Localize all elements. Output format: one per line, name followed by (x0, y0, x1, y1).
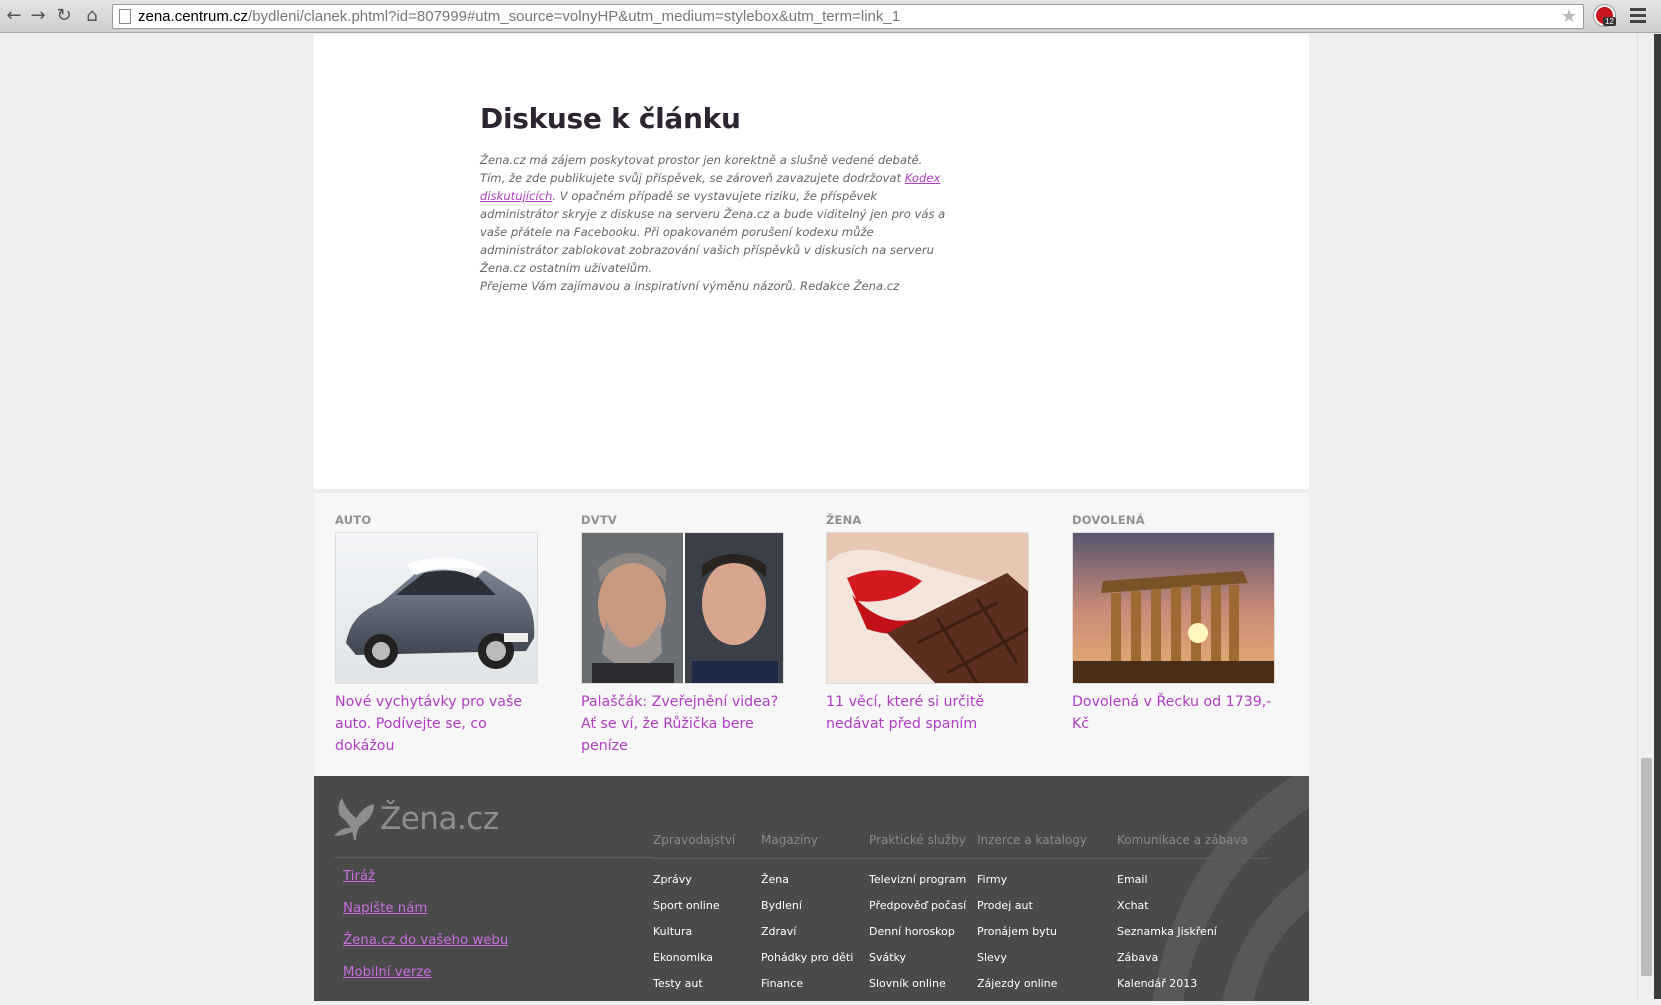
footer-column-heading: Magazíny (761, 833, 863, 859)
footer-column-link[interactable]: Denní horoskop (869, 919, 971, 945)
page-icon (119, 9, 131, 24)
stylebox-card-zena[interactable]: ŽENA 11 věcí, které si určitě nedávat př… (826, 513, 1029, 735)
reload-icon[interactable]: ↻ (52, 4, 76, 28)
footer-column-link[interactable]: Slovník online (869, 971, 971, 997)
logo-text: Žena.cz (380, 801, 499, 837)
footer-column-link[interactable]: Předpověď počasí (869, 893, 971, 919)
bookmark-star-icon[interactable]: ★ (1561, 6, 1577, 27)
footer-link-mobile[interactable]: Mobilní verze (343, 965, 508, 983)
forward-icon[interactable]: → (26, 4, 50, 28)
footer-column-link[interactable]: Zdraví (761, 919, 863, 945)
footer-column-link[interactable]: Email (1117, 867, 1251, 893)
home-icon[interactable]: ⌂ (80, 4, 104, 28)
stylebox-card-auto[interactable]: AUTO Nové vychytávky pro vaše auto. Podí… (335, 513, 538, 757)
browser-toolbar: ← → ↻ ⌂ zena.centrum.cz/bydleni/clanek.p… (0, 0, 1661, 33)
footer-link-tiraz[interactable]: Tiráž (343, 869, 508, 887)
footer-link-contact[interactable]: Napište nám (343, 901, 508, 919)
back-icon[interactable]: ← (2, 4, 26, 28)
footer-column-link[interactable]: Pronájem bytu (977, 919, 1111, 945)
footer-column-link[interactable]: Seznamka Jiskření (1117, 919, 1251, 945)
card-category[interactable]: DOVOLENÁ (1072, 513, 1275, 527)
article-area: Diskuse k článku Žena.cz má zájem poskyt… (314, 34, 1309, 489)
footer-column-link[interactable]: Firmy (977, 867, 1111, 893)
footer: Žena.cz Tiráž Napište nám Žena.cz do vaš… (314, 776, 1309, 1001)
scrollbar[interactable] (1637, 34, 1654, 999)
footer-column-link[interactable]: Bydlení (761, 893, 863, 919)
discussion-title: Diskuse k článku (480, 102, 741, 135)
leaf-logo-icon (334, 798, 374, 840)
card-category[interactable]: DVTV (581, 513, 784, 527)
footer-column-heading: Zpravodajství (653, 833, 755, 859)
footer-column-link[interactable]: Testy aut (653, 971, 755, 997)
footer-column-link[interactable]: Slevy (977, 945, 1111, 971)
footer-column-link[interactable]: Zábava (1117, 945, 1251, 971)
discussion-notice: Žena.cz má zájem poskytovat prostor jen … (480, 153, 946, 293)
footer-column-link[interactable]: Kultura (653, 919, 755, 945)
divider (334, 857, 654, 858)
footer-column-link[interactable]: Žena (761, 867, 863, 893)
card-title-link[interactable]: Dovolená v Řecku od 1739,- Kč (1072, 691, 1275, 735)
parthenon-photo[interactable] (1072, 532, 1275, 684)
card-category[interactable]: ŽENA (826, 513, 1029, 527)
stylebox-card-dvtv[interactable]: DVTV Palaščák: Zveřejnění videa? Ať se v… (581, 513, 784, 757)
footer-column-catalogs: Inzerce a katalogy Firmy Prodej aut Pron… (977, 833, 1111, 997)
footer-column-link[interactable]: Finance (761, 971, 863, 997)
footer-column-services: Praktické služby Televizní program Předp… (869, 833, 971, 997)
footer-column-link[interactable]: Zprávy (653, 867, 755, 893)
footer-column-link[interactable]: Televizní program (869, 867, 971, 893)
page-content: Diskuse k článku Žena.cz má zájem poskyt… (314, 34, 1309, 1001)
stylebox-card-dovolena[interactable]: DOVOLENÁ Dovolená v Řecku od 1739,- Kč (1072, 513, 1275, 735)
card-title-link[interactable]: Nové vychytávky pro vaše auto. Podívejte… (335, 691, 538, 757)
footer-column-link[interactable]: Ekonomika (653, 945, 755, 971)
two-men-portrait[interactable] (581, 532, 784, 684)
footer-links: Tiráž Napište nám Žena.cz do vašeho webu… (343, 869, 508, 997)
footer-column-link[interactable]: Zájezdy online (977, 971, 1111, 997)
footer-column-link[interactable]: Prodej aut (977, 893, 1111, 919)
car-photo[interactable] (335, 532, 538, 684)
footer-column-news: Zpravodajství Zprávy Sport online Kultur… (653, 833, 755, 997)
menu-icon[interactable] (1628, 5, 1648, 25)
footer-link-widget[interactable]: Žena.cz do vašeho webu (343, 933, 508, 951)
footer-column-heading: Inzerce a katalogy (977, 833, 1111, 859)
card-title-link[interactable]: 11 věcí, které si určitě nedávat před sp… (826, 691, 1029, 735)
footer-column-communication: Komunikace a zábava Email Xchat Seznamka… (1117, 833, 1251, 997)
card-title-link[interactable]: Palaščák: Zveřejnění videa? Ať se ví, že… (581, 691, 784, 757)
window-edge (1654, 34, 1661, 999)
card-category[interactable]: AUTO (335, 513, 538, 527)
footer-column-link[interactable]: Pohádky pro děti (761, 945, 863, 971)
url-text[interactable]: zena.centrum.cz/bydleni/clanek.phtml?id=… (138, 8, 900, 25)
footer-column-link[interactable]: Sport online (653, 893, 755, 919)
extension-badge: 12 (1603, 17, 1616, 26)
footer-column-link[interactable]: Xchat (1117, 893, 1251, 919)
footer-column-heading: Praktické služby (869, 833, 971, 859)
stylebox: AUTO Nové vychytávky pro vaše auto. Podí… (314, 489, 1309, 776)
address-bar[interactable]: zena.centrum.cz/bydleni/clanek.phtml?id=… (112, 4, 1584, 29)
footer-column-link[interactable]: Svátky (869, 945, 971, 971)
footer-column-heading: Komunikace a zábava (1117, 833, 1251, 859)
footer-column-magazines: Magazíny Žena Bydlení Zdraví Pohádky pro… (761, 833, 863, 997)
footer-column-link[interactable]: Kalendář 2013 (1117, 971, 1251, 997)
scroll-thumb[interactable] (1641, 758, 1652, 976)
lips-chocolate-photo[interactable] (826, 532, 1029, 684)
site-logo[interactable]: Žena.cz (334, 796, 499, 842)
